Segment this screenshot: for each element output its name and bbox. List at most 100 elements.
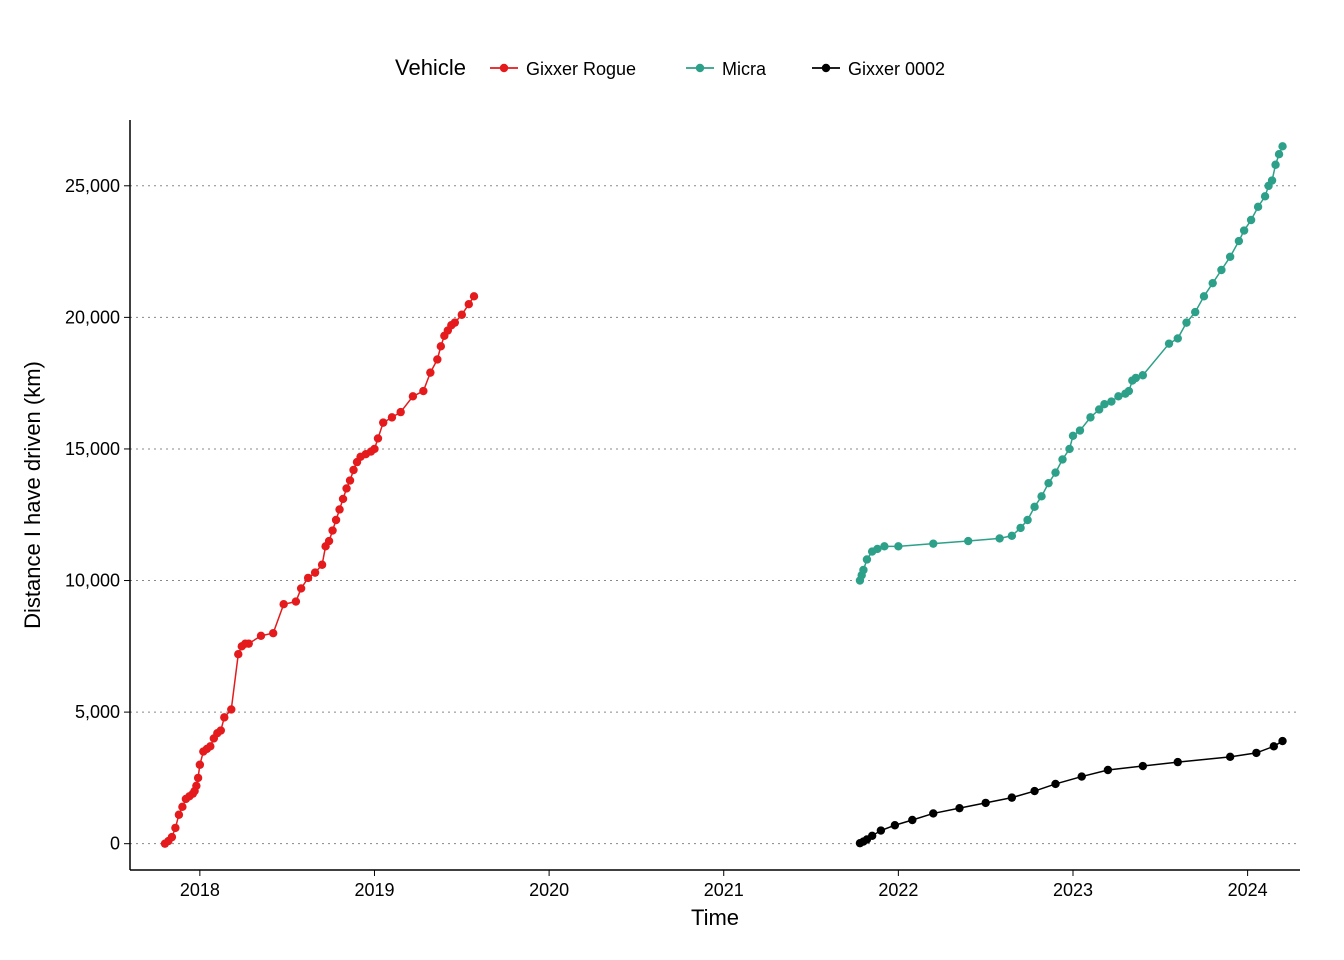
data-point — [245, 639, 253, 647]
data-point — [470, 292, 478, 300]
data-point — [995, 534, 1003, 542]
data-point — [1261, 192, 1269, 200]
data-point — [1030, 787, 1038, 795]
data-point — [929, 539, 937, 547]
data-point — [1208, 279, 1216, 287]
y-tick-label: 25,000 — [65, 176, 120, 196]
data-point — [1235, 237, 1243, 245]
data-point — [419, 387, 427, 395]
data-point — [437, 342, 445, 350]
data-point — [342, 484, 350, 492]
data-point — [981, 799, 989, 807]
data-point — [346, 476, 354, 484]
legend-swatch-point — [696, 64, 704, 72]
data-point — [1268, 176, 1276, 184]
data-point — [335, 505, 343, 513]
data-point — [227, 705, 235, 713]
data-point — [370, 445, 378, 453]
x-tick-label: 2021 — [704, 880, 744, 900]
data-point — [877, 826, 885, 834]
data-point — [1275, 150, 1283, 158]
y-tick-label: 5,000 — [75, 702, 120, 722]
legend-swatch-point — [822, 64, 830, 72]
data-point — [217, 726, 225, 734]
data-point — [194, 774, 202, 782]
series-line — [165, 296, 474, 843]
legend-label: Gixxer Rogue — [526, 59, 636, 79]
data-point — [1252, 749, 1260, 757]
data-point — [929, 809, 937, 817]
data-point — [168, 833, 176, 841]
data-point — [451, 318, 459, 326]
y-tick-label: 10,000 — [65, 571, 120, 591]
data-point — [311, 568, 319, 576]
data-point — [955, 804, 963, 812]
data-point — [257, 632, 265, 640]
legend-label: Micra — [722, 59, 767, 79]
data-point — [292, 597, 300, 605]
data-point — [1174, 758, 1182, 766]
data-point — [1191, 308, 1199, 316]
data-point — [908, 816, 916, 824]
data-point — [178, 803, 186, 811]
data-point — [1247, 216, 1255, 224]
data-point — [859, 566, 867, 574]
data-point — [880, 542, 888, 550]
data-point — [894, 542, 902, 550]
data-point — [1125, 387, 1133, 395]
data-point — [396, 408, 404, 416]
data-point — [964, 537, 972, 545]
data-point — [1030, 503, 1038, 511]
data-point — [171, 824, 179, 832]
data-point — [1086, 413, 1094, 421]
data-point — [1016, 524, 1024, 532]
data-point — [1078, 772, 1086, 780]
data-point — [868, 832, 876, 840]
x-tick-label: 2018 — [180, 880, 220, 900]
x-tick-label: 2024 — [1228, 880, 1268, 900]
data-point — [175, 811, 183, 819]
data-point — [1200, 292, 1208, 300]
x-axis-title: Time — [691, 905, 739, 930]
x-tick-label: 2023 — [1053, 880, 1093, 900]
data-point — [1139, 762, 1147, 770]
data-point — [1037, 492, 1045, 500]
data-point — [206, 742, 214, 750]
data-point — [328, 526, 336, 534]
y-axis-title: Distance I have driven (km) — [20, 361, 45, 629]
data-point — [234, 650, 242, 658]
x-tick-label: 2020 — [529, 880, 569, 900]
data-point — [409, 392, 417, 400]
data-point — [1278, 142, 1286, 150]
series-line — [860, 146, 1283, 580]
legend-title: Vehicle — [395, 55, 466, 80]
data-point — [1044, 479, 1052, 487]
data-point — [1139, 371, 1147, 379]
data-point — [1076, 426, 1084, 434]
data-point — [192, 782, 200, 790]
data-point — [1008, 793, 1016, 801]
data-point — [318, 561, 326, 569]
data-point — [1069, 432, 1077, 440]
series-line — [860, 741, 1283, 843]
y-tick-label: 0 — [110, 834, 120, 854]
data-point — [332, 516, 340, 524]
data-point — [388, 413, 396, 421]
data-point — [269, 629, 277, 637]
data-point — [297, 584, 305, 592]
data-point — [426, 368, 434, 376]
legend-label: Gixxer 0002 — [848, 59, 945, 79]
data-point — [196, 761, 204, 769]
data-point — [1270, 742, 1278, 750]
data-point — [863, 555, 871, 563]
data-point — [433, 355, 441, 363]
data-point — [1226, 753, 1234, 761]
data-point — [379, 418, 387, 426]
data-point — [458, 311, 466, 319]
data-point — [325, 537, 333, 545]
data-point — [339, 495, 347, 503]
data-point — [349, 466, 357, 474]
x-tick-label: 2019 — [354, 880, 394, 900]
data-point — [1182, 318, 1190, 326]
data-point — [465, 300, 473, 308]
